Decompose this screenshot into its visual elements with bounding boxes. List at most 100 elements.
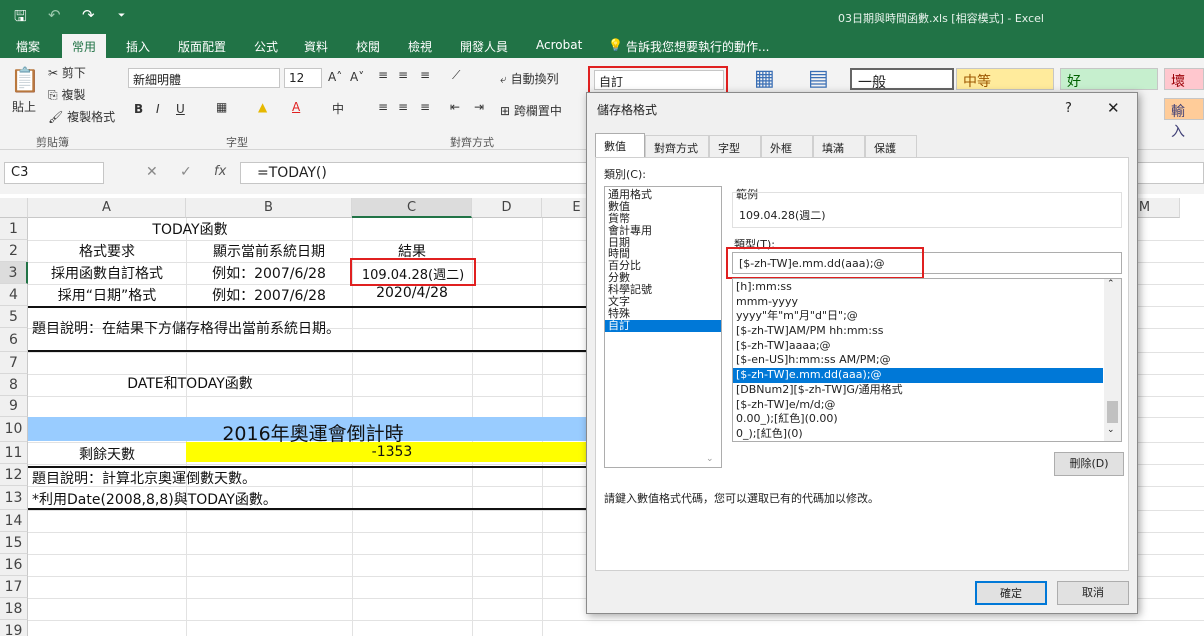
row-header-17[interactable]: 17 bbox=[0, 576, 28, 598]
copy-button[interactable]: ⎘ 複製 bbox=[48, 86, 85, 103]
scroll-down-icon[interactable]: ⌄ bbox=[706, 454, 714, 464]
col-header-d[interactable]: D bbox=[472, 198, 542, 218]
cell-b4[interactable]: 例如：2007/6/28 bbox=[186, 285, 352, 305]
scrollbar-thumb[interactable] bbox=[1107, 401, 1118, 423]
ok-button[interactable]: 確定 bbox=[975, 581, 1047, 605]
tab-page-layout[interactable]: 版面配置 bbox=[178, 38, 226, 55]
row-header-13[interactable]: 13 bbox=[0, 486, 28, 510]
row-header-1[interactable]: 1 bbox=[0, 218, 28, 240]
tab-review[interactable]: 校閱 bbox=[356, 38, 380, 55]
row-header-5[interactable]: 5 bbox=[0, 306, 28, 328]
tell-me-search[interactable]: 告訴我您想要執行的動作... bbox=[626, 38, 769, 55]
row-header-11[interactable]: 11 bbox=[0, 442, 28, 464]
format-as-table-icon[interactable]: ▤ bbox=[808, 66, 829, 91]
style-good[interactable]: 好 bbox=[1060, 68, 1158, 90]
close-icon[interactable]: ✕ bbox=[1107, 99, 1120, 117]
row-header-7[interactable]: 7 bbox=[0, 352, 28, 374]
tab-file[interactable]: 檔案 bbox=[16, 38, 40, 55]
align-right-icon[interactable]: ≡ bbox=[420, 100, 430, 114]
cell-a1[interactable]: TODAY函數 bbox=[28, 219, 352, 239]
cell-c4[interactable]: 2020/4/28 bbox=[352, 285, 472, 301]
row-header-10[interactable]: 10 bbox=[0, 417, 28, 442]
row-header-14[interactable]: 14 bbox=[0, 510, 28, 532]
row-header-19[interactable]: 19 bbox=[0, 620, 28, 636]
undo-icon[interactable]: ↶ bbox=[48, 6, 61, 24]
help-button[interactable]: ? bbox=[1065, 101, 1072, 116]
tab-number[interactable]: 數值 bbox=[595, 133, 645, 158]
cell-b2[interactable]: 顯示當前系統日期 bbox=[186, 241, 352, 261]
style-bad[interactable]: 壞 bbox=[1164, 68, 1204, 90]
cell-a11[interactable]: 剩餘天數 bbox=[28, 444, 186, 464]
format-item[interactable]: [$-zh-TW]AM/PM hh:mm:ss bbox=[733, 324, 1103, 339]
align-top-icon[interactable]: ≡ bbox=[378, 68, 388, 82]
cancel-icon[interactable]: ✕ bbox=[146, 164, 158, 180]
font-size-select[interactable]: 12 bbox=[284, 68, 322, 88]
format-item[interactable]: [$-zh-TW]e.mm.dd(aaa);@ bbox=[733, 368, 1103, 383]
cell-c11[interactable]: -1353 bbox=[186, 444, 598, 460]
cell-a3[interactable]: 採用函數自訂格式 bbox=[28, 263, 186, 283]
align-left-icon[interactable]: ≡ bbox=[378, 100, 388, 114]
tab-font[interactable]: 字型 bbox=[709, 135, 761, 157]
category-list[interactable]: 通用格式 數值 貨幣 會計專用 日期 時間 百分比 分數 科學記號 文字 特殊 自訂 bbox=[604, 186, 722, 468]
merge-center-button[interactable]: ⊞ 跨欄置中 bbox=[500, 102, 562, 119]
tab-developer[interactable]: 開發人員 bbox=[460, 38, 508, 55]
tab-home[interactable]: 常用 bbox=[62, 34, 107, 58]
tab-formulas[interactable]: 公式 bbox=[254, 38, 278, 55]
paste-button[interactable]: 貼上 bbox=[12, 98, 36, 115]
category-item[interactable]: 自訂 bbox=[605, 319, 721, 332]
indent-increase-icon[interactable]: ⇥ bbox=[474, 100, 484, 114]
select-all-corner[interactable] bbox=[0, 198, 28, 218]
format-item[interactable]: [DBNum2][$-zh-TW]G/通用格式 bbox=[733, 383, 1103, 398]
category-item[interactable]: 特殊 bbox=[605, 308, 721, 320]
font-name-select[interactable]: 新細明體 bbox=[128, 68, 280, 88]
style-neutral[interactable]: 中等 bbox=[956, 68, 1054, 90]
row-header-8[interactable]: 8 bbox=[0, 374, 28, 396]
phonetic-icon[interactable]: 中 bbox=[332, 100, 344, 117]
tab-fill[interactable]: 填滿 bbox=[813, 135, 865, 157]
style-normal[interactable]: 一般 bbox=[850, 68, 954, 91]
col-header-c[interactable]: C bbox=[352, 198, 472, 218]
align-bottom-icon[interactable]: ≡ bbox=[420, 68, 430, 82]
category-item[interactable]: 貨幣 bbox=[605, 212, 721, 225]
tab-alignment[interactable]: 對齊方式 bbox=[645, 135, 709, 157]
row-header-2[interactable]: 2 bbox=[0, 240, 28, 262]
insert-function-icon[interactable]: fx bbox=[214, 164, 226, 179]
cell-b3[interactable]: 例如：2007/6/28 bbox=[186, 263, 352, 283]
cancel-button[interactable]: 取消 bbox=[1057, 581, 1129, 605]
row-header-16[interactable]: 16 bbox=[0, 554, 28, 576]
underline-button[interactable]: U bbox=[176, 102, 185, 116]
font-shrink-icon[interactable]: A˅ bbox=[350, 70, 364, 84]
align-center-icon[interactable]: ≡ bbox=[398, 100, 408, 114]
cell-a2[interactable]: 格式要求 bbox=[28, 241, 186, 261]
cut-button[interactable]: ✂ 剪下 bbox=[48, 64, 86, 81]
format-item[interactable]: [$-zh-TW]e/m/d;@ bbox=[733, 398, 1103, 413]
align-middle-icon[interactable]: ≡ bbox=[398, 68, 408, 82]
row-header-18[interactable]: 18 bbox=[0, 598, 28, 620]
tab-view[interactable]: 檢視 bbox=[408, 38, 432, 55]
row-header-4[interactable]: 4 bbox=[0, 284, 28, 306]
format-item[interactable]: yyyy"年"m"月"d"日";@ bbox=[733, 309, 1103, 324]
indent-decrease-icon[interactable]: ⇤ bbox=[450, 100, 460, 114]
scroll-down-icon[interactable]: ⌄ bbox=[1107, 425, 1115, 435]
format-item[interactable]: [$-zh-TW]aaaa;@ bbox=[733, 339, 1103, 354]
style-input[interactable]: 輸入 bbox=[1164, 98, 1204, 140]
format-item[interactable]: [h]:mm:ss bbox=[733, 280, 1103, 295]
cell-a10[interactable]: 2016年奧運會倒計時 bbox=[28, 419, 598, 446]
orientation-icon[interactable]: ⟋ bbox=[452, 68, 460, 83]
customize-qat-icon[interactable]: ⏷ bbox=[118, 11, 125, 21]
scroll-up-icon[interactable]: ⌃ bbox=[1107, 279, 1115, 289]
col-header-a[interactable]: A bbox=[28, 198, 186, 218]
cell-a8[interactable]: DATE和TODAY函數 bbox=[28, 373, 352, 393]
format-item[interactable]: 0_);[紅色](0) bbox=[733, 427, 1103, 441]
tab-insert[interactable]: 插入 bbox=[126, 38, 150, 55]
tab-data[interactable]: 資料 bbox=[304, 38, 328, 55]
format-item[interactable]: mmm-yyyy bbox=[733, 295, 1103, 310]
row-header-15[interactable]: 15 bbox=[0, 532, 28, 554]
tab-border[interactable]: 外框 bbox=[761, 135, 813, 157]
bold-button[interactable]: B bbox=[134, 102, 143, 116]
format-list[interactable]: [h]:mm:ss mmm-yyyy yyyy"年"m"月"d"日";@ [$-zh-… bbox=[732, 278, 1122, 442]
enter-icon[interactable]: ✓ bbox=[180, 164, 192, 180]
row-header-3[interactable]: 3 bbox=[0, 262, 28, 284]
category-item[interactable]: 數值 bbox=[605, 200, 721, 213]
format-item[interactable]: [$-en-US]h:mm:ss AM/PM;@ bbox=[733, 353, 1103, 368]
